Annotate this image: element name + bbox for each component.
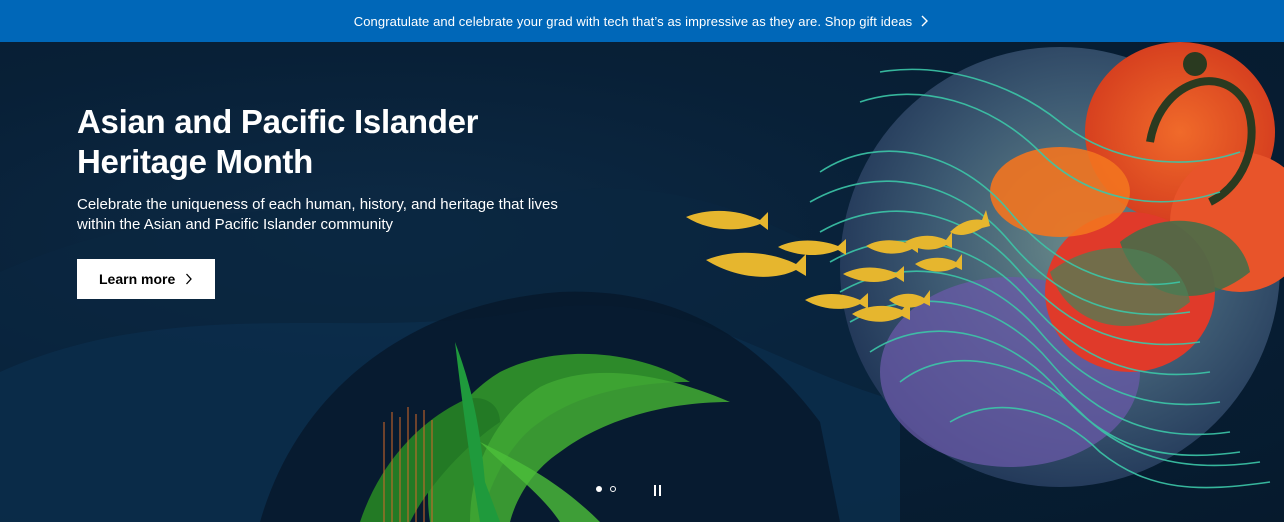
learn-more-label: Learn more bbox=[99, 271, 176, 287]
carousel-dot-1[interactable] bbox=[596, 486, 602, 492]
carousel-dot-2[interactable] bbox=[610, 486, 616, 492]
carousel-indicators bbox=[596, 486, 616, 492]
hero-subtitle: Celebrate the uniqueness of each human, … bbox=[77, 196, 558, 233]
promo-banner-text: Congratulate and celebrate your grad wit… bbox=[353, 13, 913, 29]
chevron-right-icon bbox=[921, 15, 929, 27]
learn-more-button[interactable]: Learn more bbox=[77, 259, 216, 299]
hero-section: Asian and Pacific Islander Heritage Mont… bbox=[0, 42, 1284, 522]
promo-banner-link[interactable]: Congratulate and celebrate your grad wit… bbox=[354, 14, 931, 29]
hero-title: Asian and Pacific Islander Heritage Mont… bbox=[77, 103, 479, 180]
hero-content: Asian and Pacific Islander Heritage Mont… bbox=[77, 102, 597, 299]
pause-icon[interactable] bbox=[654, 485, 662, 496]
chevron-right-icon bbox=[186, 273, 193, 285]
promo-banner: Congratulate and celebrate your grad wit… bbox=[0, 0, 1284, 42]
